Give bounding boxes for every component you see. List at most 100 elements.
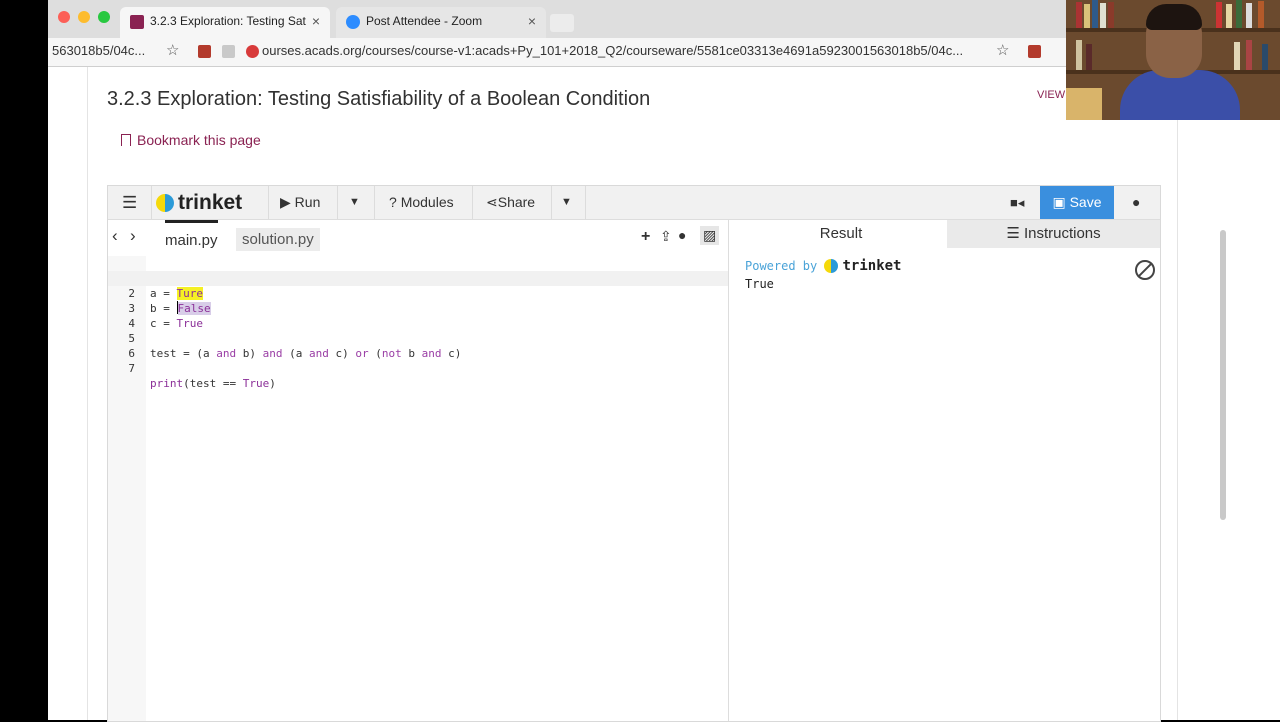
floppy-icon: ▣ — [1052, 194, 1066, 210]
code-editor: ‹ › main.py solution.py + ⇪ ● ▨ 1 a = Tu… — [108, 220, 729, 721]
save-button[interactable]: ▣ Save — [1040, 186, 1114, 219]
book — [1076, 2, 1082, 28]
instructions-label: Instructions — [1023, 225, 1101, 242]
save-label: Save — [1069, 194, 1102, 210]
page-content: 3.2.3 Exploration: Testing Satisfiabilit… — [48, 67, 1226, 722]
run-options-dropdown[interactable]: ▼ — [349, 186, 360, 219]
browser-tab-title: Post Attendee - Zoom — [366, 14, 483, 28]
question-icon: ? — [389, 194, 397, 210]
upload-icon[interactable]: ⇪ — [660, 228, 672, 245]
book — [1084, 4, 1090, 28]
comment-icon[interactable]: ● — [678, 227, 686, 243]
code-line: 1 a = Ture — [108, 256, 728, 300]
page-right-border — [1177, 67, 1178, 720]
modules-button[interactable]: ? Modules — [389, 186, 454, 219]
code-line: 4 — [108, 301, 728, 330]
code-line: 3 c = True — [108, 286, 728, 330]
code-line: 5 test = (a and b) and (a and c) or (not… — [108, 316, 728, 360]
browser-tab-course[interactable]: 3.2.3 Exploration: Testing Sati × — [120, 7, 330, 38]
powered-by: Powered by trinket — [745, 258, 902, 274]
chair — [1066, 88, 1102, 120]
extension-icon[interactable] — [198, 45, 211, 58]
share-button[interactable]: ⋖Share — [486, 186, 535, 219]
trinket-logo-icon — [156, 194, 174, 212]
add-file-icon[interactable]: + — [641, 228, 650, 246]
run-button[interactable]: ▶ Run — [280, 186, 320, 219]
book — [1258, 1, 1264, 28]
tab-instructions[interactable]: ☰ Instructions — [947, 220, 1160, 248]
star-icon[interactable]: ☆ — [166, 41, 179, 59]
close-tab-icon[interactable]: × — [312, 7, 320, 35]
menu-icon[interactable]: ☰ — [122, 186, 137, 219]
tab-solution-py[interactable]: solution.py — [236, 228, 320, 251]
bookmark-star-icon[interactable]: ☆ — [996, 41, 1009, 59]
image-icon[interactable]: ▨ — [700, 226, 720, 245]
browser-tab-title: 3.2.3 Exploration: Testing Sati — [150, 14, 306, 28]
tab-result[interactable]: Result — [735, 220, 947, 248]
close-tab-icon[interactable]: × — [528, 7, 536, 35]
book — [1076, 40, 1082, 70]
tab-main-py[interactable]: main.py — [165, 220, 218, 249]
code-area[interactable]: 1 a = Ture 2 b = False 3 c = True 4 — [108, 256, 728, 721]
maximize-window-button[interactable] — [98, 11, 110, 23]
trinket-brand: trinket — [178, 191, 243, 214]
book — [1086, 44, 1092, 70]
modules-label: Modules — [400, 194, 454, 210]
toolbar-divider — [268, 186, 269, 219]
result-output: Powered by trinket True — [745, 258, 902, 291]
book — [1236, 0, 1242, 28]
code-line-active: 2 b = False — [108, 271, 728, 315]
trinket-widget: ☰ trinket ▶ Run ▼ ? Modules ⋖Share ▼ ■◂ … — [107, 185, 1161, 722]
program-output: True — [745, 277, 774, 291]
user-icon[interactable]: ● — [1132, 186, 1140, 219]
bookmark-icon — [121, 134, 131, 146]
list-icon: ☰ — [1006, 225, 1020, 242]
course-favicon-icon — [130, 15, 144, 29]
play-icon: ▶ — [280, 194, 291, 210]
trinket-logo-icon — [824, 259, 839, 273]
share-label: Share — [497, 194, 536, 210]
toolbar-divider — [151, 186, 152, 219]
clear-output-icon[interactable] — [1135, 260, 1155, 280]
result-panel: Result ☰ Instructions Powered by trinket… — [735, 220, 1160, 721]
address-fragment-left[interactable]: 563018b5/04c... — [52, 43, 145, 58]
nav-forward-icon[interactable]: › — [130, 226, 136, 246]
toolbar-divider — [551, 186, 552, 219]
powered-by-label: Powered by — [745, 259, 818, 273]
book — [1246, 3, 1252, 28]
page-scrollbar[interactable] — [1220, 230, 1226, 520]
line-number: 7 — [128, 362, 135, 375]
minimize-window-button[interactable] — [78, 11, 90, 23]
trinket-logo[interactable]: trinket — [156, 186, 242, 219]
code-line: 6 — [108, 331, 728, 360]
url-field[interactable]: ourses.acads.org/courses/course-v1:acads… — [262, 43, 982, 58]
book — [1262, 44, 1268, 70]
extension-badge-icon[interactable] — [1028, 45, 1041, 58]
book — [1092, 0, 1098, 28]
book — [1100, 3, 1106, 28]
share-icon: ⋖ — [486, 194, 498, 210]
person-hair — [1146, 4, 1202, 30]
zoom-favicon-icon — [346, 15, 360, 29]
webcam-overlay — [1066, 0, 1280, 120]
close-window-button[interactable] — [58, 11, 70, 23]
trinket-brand-small: trinket — [842, 258, 902, 274]
run-label: Run — [294, 194, 321, 210]
bookmark-label: Bookmark this page — [137, 132, 261, 148]
video-camera-icon[interactable]: ■◂ — [1010, 186, 1024, 219]
browser-tab-zoom[interactable]: Post Attendee - Zoom × — [336, 7, 546, 38]
page-left-border — [87, 67, 88, 720]
share-options-dropdown[interactable]: ▼ — [561, 186, 572, 219]
result-tabs: Result ☰ Instructions — [735, 220, 1160, 248]
book — [1246, 40, 1252, 70]
trinket-toolbar: ☰ trinket ▶ Run ▼ ? Modules ⋖Share ▼ ■◂ … — [108, 186, 1160, 220]
site-info-icon[interactable] — [246, 45, 259, 58]
new-tab-button[interactable] — [550, 14, 574, 32]
code-text: print(test == True) — [150, 377, 276, 390]
bookmark-button[interactable]: Bookmark this page — [121, 132, 261, 148]
code-line: 7 print(test == True) — [108, 346, 728, 390]
view-button[interactable]: VIEW — [1037, 89, 1065, 101]
extension-icon[interactable] — [222, 45, 235, 58]
nav-back-icon[interactable]: ‹ — [112, 226, 118, 246]
toolbar-divider — [337, 186, 338, 219]
